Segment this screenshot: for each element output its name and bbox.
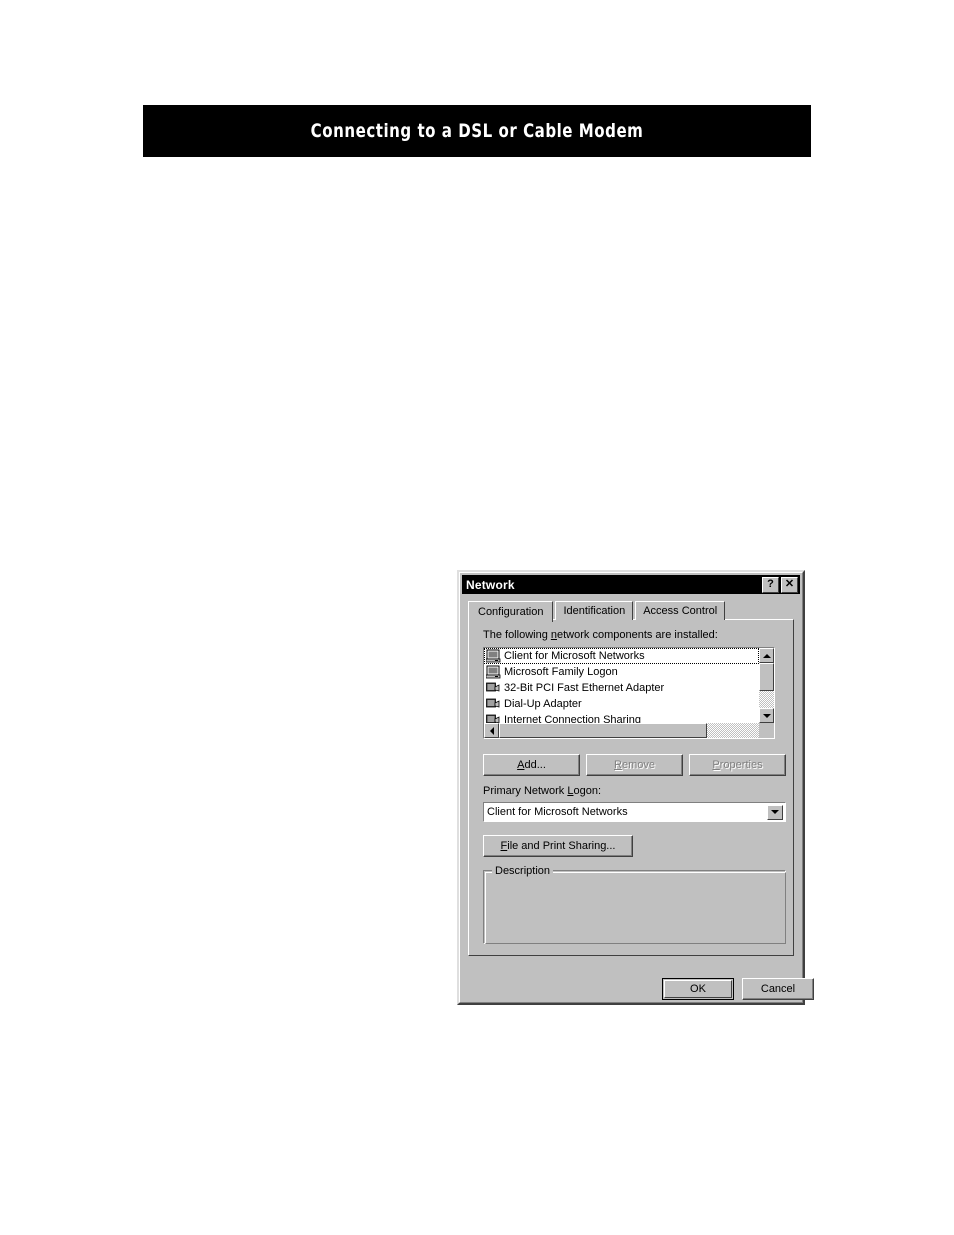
close-glyph: ✕ bbox=[784, 578, 795, 590]
list-item-label: Client for Microsoft Networks bbox=[504, 650, 645, 662]
ok-button[interactable]: OK bbox=[662, 978, 734, 1000]
vertical-scroll-thumb[interactable] bbox=[759, 663, 774, 691]
help-glyph: ? bbox=[767, 578, 774, 590]
tab-strip: Configuration Identification Access Cont… bbox=[468, 600, 794, 622]
triangle-down-glyph bbox=[771, 810, 779, 814]
tab-access-control[interactable]: Access Control bbox=[635, 601, 726, 620]
remove-button-label: Remove bbox=[614, 759, 655, 771]
network-components-listbox[interactable]: Client for Microsoft Networks Microsoft … bbox=[483, 647, 775, 739]
listbox-items: Client for Microsoft Networks Microsoft … bbox=[484, 648, 759, 723]
remove-button[interactable]: Remove bbox=[586, 754, 683, 776]
listbox-vertical-scrollbar[interactable] bbox=[759, 648, 774, 723]
list-item-label: 32-Bit PCI Fast Ethernet Adapter bbox=[504, 682, 665, 694]
primary-logon-label-pre: Primary Network bbox=[483, 785, 568, 797]
network-adapter-icon bbox=[486, 713, 501, 723]
list-item[interactable]: Dial-Up Adapter bbox=[484, 696, 759, 712]
list-item-label: Microsoft Family Logon bbox=[504, 666, 618, 678]
add-button[interactable]: Add... bbox=[483, 754, 580, 776]
cancel-button-label: Cancel bbox=[760, 983, 796, 995]
file-print-sharing-button[interactable]: File and Print Sharing... bbox=[483, 835, 633, 857]
page-title: Connecting to a DSL or Cable Modem bbox=[310, 120, 644, 142]
network-dialog: Network ? ✕ Configuration Identification… bbox=[457, 570, 814, 1005]
primary-logon-combobox[interactable]: Client for Microsoft Networks bbox=[483, 802, 786, 822]
scrollbar-corner bbox=[759, 723, 774, 738]
tab-configuration[interactable]: Configuration bbox=[468, 601, 554, 622]
components-label: The following network components are ins… bbox=[483, 629, 718, 641]
tab-configuration-label: Configuration bbox=[478, 606, 544, 618]
dialog-title: Network bbox=[466, 577, 515, 592]
description-groupbox-title: Description bbox=[492, 865, 554, 877]
list-item[interactable]: Internet Connection Sharing bbox=[484, 712, 759, 723]
client-computer-icon bbox=[485, 665, 501, 679]
description-text bbox=[490, 877, 779, 937]
add-button-label: Add... bbox=[517, 759, 546, 771]
ok-button-label: OK bbox=[690, 983, 706, 995]
triangle-up-glyph bbox=[762, 653, 771, 658]
components-label-pre: The following bbox=[483, 629, 551, 641]
primary-logon-label: Primary Network Logon: bbox=[483, 785, 601, 797]
dialog-titlebar[interactable]: Network ? ✕ bbox=[462, 575, 800, 594]
tab-page-configuration: The following network components are ins… bbox=[468, 619, 794, 956]
chevron-down-icon[interactable] bbox=[767, 804, 783, 820]
tab-access-control-label: Access Control bbox=[643, 605, 718, 617]
list-item[interactable]: 32-Bit PCI Fast Ethernet Adapter bbox=[484, 680, 759, 696]
list-item-label: Dial-Up Adapter bbox=[504, 698, 582, 710]
description-groupbox: Description bbox=[483, 865, 786, 944]
cancel-button[interactable]: Cancel bbox=[742, 978, 814, 1000]
client-computer-icon bbox=[485, 649, 501, 663]
close-icon[interactable]: ✕ bbox=[781, 576, 798, 593]
properties-button-label: Properties bbox=[712, 759, 763, 771]
network-adapter-icon bbox=[486, 697, 501, 711]
properties-button[interactable]: Properties bbox=[689, 754, 786, 776]
tab-identification-label: Identification bbox=[563, 605, 626, 617]
list-item[interactable]: Client for Microsoft Networks bbox=[484, 648, 759, 664]
network-adapter-icon bbox=[486, 681, 501, 695]
list-item[interactable]: Microsoft Family Logon bbox=[484, 664, 759, 680]
page-header-banner: Connecting to a DSL or Cable Modem bbox=[143, 105, 811, 157]
scroll-down-icon[interactable] bbox=[759, 708, 774, 723]
help-icon[interactable]: ? bbox=[762, 576, 779, 593]
scroll-left-icon[interactable] bbox=[484, 723, 499, 738]
primary-logon-label-post: ogon: bbox=[573, 785, 601, 797]
triangle-left-glyph bbox=[489, 726, 494, 735]
components-label-post: etwork components are installed: bbox=[557, 629, 718, 641]
listbox-horizontal-scrollbar[interactable] bbox=[484, 723, 774, 738]
list-item-label: Internet Connection Sharing bbox=[504, 714, 641, 723]
tab-identification[interactable]: Identification bbox=[555, 601, 634, 620]
primary-logon-value: Client for Microsoft Networks bbox=[487, 806, 628, 818]
scroll-up-icon[interactable] bbox=[759, 648, 774, 663]
triangle-down-glyph bbox=[762, 713, 771, 718]
horizontal-scroll-thumb[interactable] bbox=[499, 723, 707, 738]
file-print-sharing-button-label: File and Print Sharing... bbox=[500, 840, 616, 852]
